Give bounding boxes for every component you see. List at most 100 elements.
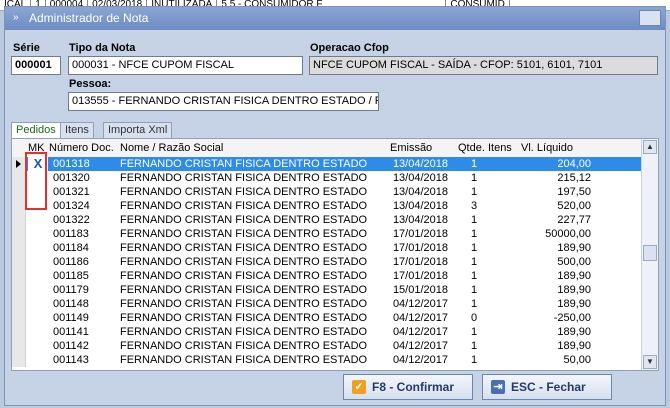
emissao-cell: 13/04/2018 [392,172,448,184]
table-row[interactable]: 001183 FERNANDO CRISTAN FISICA DENTRO EST… [12,227,644,241]
mk-checkbox[interactable] [28,283,48,297]
numero-doc-cell: 001141 [53,326,89,338]
qtde-itens-cell: 1 [470,172,478,184]
numero-doc-cell: 001183 [53,228,89,240]
col-nome[interactable]: Nome / Razão Social [120,139,223,157]
nome-cell: FERNANDO CRISTAN FISICA DENTRO ESTADO [120,228,368,240]
nome-cell: FERNANDO CRISTAN FISICA DENTRO ESTADO [120,256,368,268]
qtde-itens-cell: 0 [470,312,478,324]
emissao-cell: 15/01/2018 [392,284,448,296]
pedidos-grid[interactable]: MK Número Doc. Nome / Razão Social Emiss… [11,138,659,371]
table-row[interactable]: 001179 FERNANDO CRISTAN FISICA DENTRO EST… [12,283,644,297]
scroll-thumb[interactable] [643,245,657,261]
emissao-cell: 04/12/2017 [392,298,448,310]
operacao-cfop-field: NFCE CUPOM FISCAL - SAÍDA - CFOP: 5101, … [309,56,658,75]
tab-pedidos[interactable]: Pedidos [11,122,61,139]
nome-cell: FERNANDO CRISTAN FISICA DENTRO ESTADO [120,284,368,296]
qtde-itens-cell: 1 [470,270,478,282]
table-row[interactable]: 001186 FERNANDO CRISTAN FISICA DENTRO EST… [12,255,644,269]
vl-liquido-cell: 50,00 [563,354,591,366]
table-row[interactable]: 001142 FERNANDO CRISTAN FISICA DENTRO EST… [12,339,644,353]
vl-liquido-cell: 500,00 [557,256,591,268]
mk-checkbox[interactable] [28,227,48,241]
emissao-cell: 17/01/2018 [392,242,448,254]
nome-cell: FERNANDO CRISTAN FISICA DENTRO ESTADO [120,354,368,366]
table-row[interactable]: 001322 FERNANDO CRISTAN FISICA DENTRO EST… [12,213,644,227]
emissao-cell: 17/01/2018 [392,228,448,240]
table-row[interactable]: 001143 FERNANDO CRISTAN FISICA DENTRO EST… [12,353,644,367]
mk-checkbox[interactable] [28,269,48,283]
nome-cell: FERNANDO CRISTAN FISICA DENTRO ESTADO [120,172,368,184]
nome-cell: FERNANDO CRISTAN FISICA DENTRO ESTADO [120,270,368,282]
check-icon: ✓ [352,380,366,394]
row-indicator [12,353,26,367]
serie-field[interactable]: 000001 [11,56,61,75]
emissao-cell: 17/01/2018 [392,256,448,268]
qtde-itens-cell: 1 [470,228,478,240]
tab-itens[interactable]: Itens [60,122,94,138]
mk-checkbox[interactable] [28,339,48,353]
emissao-cell: 04/12/2017 [392,312,448,324]
table-row[interactable]: 001185 FERNANDO CRISTAN FISICA DENTRO EST… [12,269,644,283]
nome-cell: FERNANDO CRISTAN FISICA DENTRO ESTADO [120,298,368,310]
operacao-cfop-label: Operacao Cfop [310,42,389,54]
confirm-button[interactable]: ✓ F8 - Confirmar [343,374,473,400]
emissao-cell: 17/01/2018 [392,270,448,282]
table-row[interactable]: 001149 FERNANDO CRISTAN FISICA DENTRO EST… [12,311,644,325]
confirm-label: F8 - Confirmar [372,380,455,394]
row-indicator [12,171,26,185]
mk-checkbox[interactable] [28,353,48,367]
exit-icon: ⇥ [491,380,505,394]
emissao-cell: 13/04/2018 [392,214,448,226]
scroll-down-icon[interactable]: ▼ [643,355,657,369]
admin-nota-dialog: » Administrador de Nota Série 000001 Tip… [4,6,666,406]
table-row[interactable]: 001148 FERNANDO CRISTAN FISICA DENTRO EST… [12,297,644,311]
grid-body: X 001318 FERNANDO CRISTAN FISICA DENTRO ES… [12,157,644,367]
qtde-itens-cell: 3 [470,200,478,212]
numero-doc-cell: 001186 [53,256,89,268]
col-numero-doc[interactable]: Número Doc. [49,139,114,157]
row-indicator [12,311,26,325]
table-row[interactable]: 001324 FERNANDO CRISTAN FISICA DENTRO EST… [12,199,644,213]
mk-checkbox[interactable] [28,241,48,255]
table-row[interactable]: 001141 FERNANDO CRISTAN FISICA DENTRO EST… [12,325,644,339]
mk-checkbox[interactable] [28,325,48,339]
tipo-nota-field[interactable]: 000031 - NFCE CUPOM FISCAL [68,56,303,75]
mk-checkbox[interactable] [28,213,48,227]
table-row[interactable]: 001184 FERNANDO CRISTAN FISICA DENTRO EST… [12,241,644,255]
qtde-itens-cell: 1 [470,186,478,198]
qtde-itens-cell: 1 [470,354,478,366]
grid-scrollbar[interactable]: ▲ ▼ [641,139,658,370]
table-row[interactable]: 001321 FERNANDO CRISTAN FISICA DENTRO EST… [12,185,644,199]
window-title: Administrador de Nota [29,11,149,25]
mk-checkbox[interactable] [28,311,48,325]
nome-cell: FERNANDO CRISTAN FISICA DENTRO ESTADO [120,326,368,338]
row-indicator [12,227,26,241]
grid-header: MK Número Doc. Nome / Razão Social Emiss… [12,139,644,158]
close-window-button[interactable] [639,10,661,26]
numero-doc-cell: 001148 [53,298,89,310]
numero-doc-cell: 001321 [53,186,90,198]
close-label: ESC - Fechar [511,380,586,394]
pessoa-field[interactable]: 013555 - FERNANDO CRISTAN FISICA DENTRO … [68,92,379,111]
row-indicator [12,157,26,171]
close-button[interactable]: ⇥ ESC - Fechar [482,374,612,400]
scroll-up-icon[interactable]: ▲ [643,140,657,154]
numero-doc-cell: 001318 [53,158,90,170]
emissao-cell: 13/04/2018 [392,158,448,170]
table-row[interactable]: 001320 FERNANDO CRISTAN FISICA DENTRO EST… [12,171,644,185]
vl-liquido-cell: 50000,00 [545,228,591,240]
table-row[interactable]: X 001318 FERNANDO CRISTAN FISICA DENTRO ES… [12,157,644,171]
col-vl-liquido[interactable]: Vl. Líquido [521,139,573,157]
col-emissao[interactable]: Emissão [390,139,432,157]
emissao-cell: 13/04/2018 [392,186,448,198]
qtde-itens-cell: 1 [470,158,478,170]
col-qtde-itens[interactable]: Qtde. Itens [458,139,512,157]
mk-checkbox[interactable] [28,255,48,269]
vl-liquido-cell: 189,90 [557,298,591,310]
vl-liquido-cell: 189,90 [557,270,591,282]
mk-checkbox[interactable] [28,297,48,311]
tab-importa-xml[interactable]: Importa Xml [103,122,173,138]
title-bar[interactable]: » Administrador de Nota [5,7,665,30]
row-indicator [12,339,26,353]
